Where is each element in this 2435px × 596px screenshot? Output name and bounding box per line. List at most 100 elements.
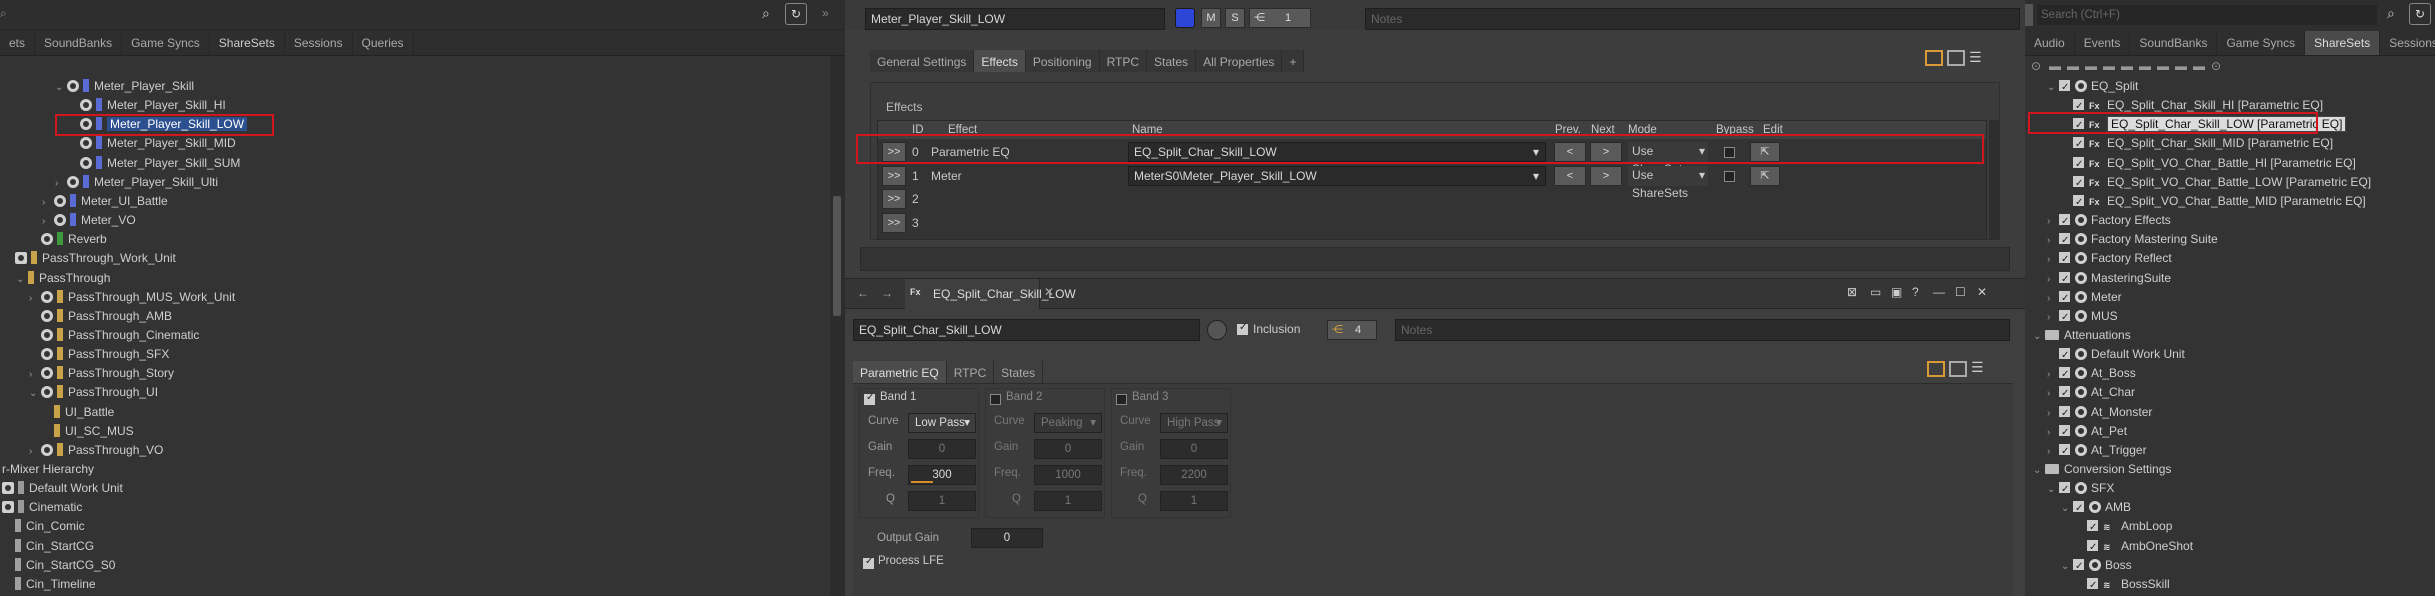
folder-icon[interactable]: ▬ <box>2139 59 2151 73</box>
close-tab-icon[interactable]: ✕ <box>1044 285 1054 299</box>
chevron-icon[interactable]: › <box>2047 289 2059 308</box>
right-search-input[interactable]: Search (Ctrl+F) <box>2037 5 2377 25</box>
gain-input[interactable]: 0 <box>908 439 976 459</box>
chevron-icon[interactable]: › <box>2047 250 2059 269</box>
tree-item[interactable]: Fx EQ_Split_VO_Char_Battle_MID [Parametri… <box>2061 192 2366 212</box>
tree-item[interactable]: Cin_Timeline <box>3 575 96 594</box>
chevron-icon[interactable]: ⌄ <box>2061 557 2073 576</box>
chevron-icon[interactable]: › <box>2047 423 2059 442</box>
search-icon[interactable]: ⌕ <box>762 5 770 22</box>
chevron-icon[interactable]: › <box>2047 270 2059 289</box>
tab-0[interactable]: Audio <box>2025 31 2075 55</box>
splitter[interactable] <box>2025 4 2033 26</box>
chevron-icon[interactable]: › <box>2047 308 2059 327</box>
folder-icon[interactable]: ⊙ <box>2211 59 2221 73</box>
edit-button[interactable]: ⇱ <box>1750 165 1780 186</box>
q-input[interactable]: 1 <box>1160 491 1228 511</box>
band-checkbox[interactable] <box>990 393 1001 407</box>
left-scrollbar[interactable] <box>830 56 845 596</box>
q-input[interactable]: 1 <box>1034 491 1102 511</box>
back-icon[interactable]: ← <box>857 286 869 300</box>
menu-icon[interactable]: ☰ <box>1969 50 1987 66</box>
tree-item[interactable]: ≋ BossSkill <box>2075 575 2170 595</box>
split-view-icon[interactable] <box>1949 361 1967 377</box>
tree-item[interactable]: Default Work Unit <box>0 479 123 498</box>
tree-item[interactable]: › At_Pet <box>2047 422 2127 442</box>
tab-rtpc[interactable]: RTPC <box>947 361 995 383</box>
tree-item[interactable]: ⌄ Attenuations <box>2033 326 2131 345</box>
next-button[interactable]: > <box>1590 165 1622 186</box>
tree-item[interactable]: Cin_Comic <box>3 517 85 536</box>
tab-3[interactable]: ShareSets <box>210 31 285 55</box>
references-button[interactable]: ⋲ 4 <box>1327 320 1377 340</box>
split-view-icon[interactable] <box>1947 50 1965 66</box>
tree-item[interactable]: UI_Battle <box>42 403 114 422</box>
tree-item[interactable]: Meter_Player_Skill_SUM <box>68 154 240 173</box>
folder-icon[interactable]: ▬ <box>2067 59 2079 73</box>
freq-input[interactable]: 2200 <box>1160 465 1228 485</box>
tab-1[interactable]: Events <box>2075 31 2131 55</box>
tree-item[interactable]: › Meter_UI_Battle <box>42 192 168 211</box>
chevron-icon[interactable]: › <box>2047 442 2059 461</box>
settings-icon[interactable]: ⊠ <box>1847 285 1857 299</box>
effect-row[interactable]: >> 1 Meter MeterS0\Meter_Player_Skill_LOW ▾ <… <box>878 165 1986 200</box>
tree-item[interactable]: UI_SC_MUS <box>42 422 134 441</box>
tree-item[interactable]: Cinematic <box>0 498 82 517</box>
gain-input[interactable]: 0 <box>1160 439 1228 459</box>
effect-row[interactable]: >> 3 <box>878 212 1986 234</box>
tree-item[interactable]: › MasteringSuite <box>2047 269 2171 289</box>
prev-button[interactable]: < <box>1554 165 1586 186</box>
menu-icon[interactable]: ☰ <box>1971 359 1984 376</box>
tree-item[interactable]: Reverb <box>29 230 107 249</box>
layout-icon[interactable] <box>1927 361 1945 377</box>
tree-item[interactable]: › Meter <box>2047 288 2122 308</box>
collapse-icon[interactable]: » <box>822 6 829 20</box>
tab-5[interactable]: Queries <box>353 31 414 55</box>
tree-item[interactable]: › Factory Effects <box>2047 211 2171 231</box>
checkbox[interactable] <box>2059 384 2070 403</box>
tree-item[interactable]: Fx EQ_Split_VO_Char_Battle_LOW [Parametri… <box>2061 173 2371 193</box>
tree-item[interactable]: › Meter_VO <box>42 211 136 230</box>
chevron-icon[interactable]: ⌄ <box>2047 78 2059 97</box>
output-gain-input[interactable]: 0 <box>971 528 1043 548</box>
band-checkbox[interactable] <box>864 392 875 407</box>
process-lfe-checkbox[interactable] <box>863 556 874 571</box>
open-folder-icon[interactable]: ▭ <box>1870 285 1881 299</box>
checkbox[interactable] <box>2059 365 2070 384</box>
tree-item[interactable]: › PassThrough_VO <box>29 441 163 460</box>
checkbox[interactable] <box>2059 231 2070 250</box>
close-icon[interactable]: ✕ <box>1977 285 1987 299</box>
tree-item[interactable]: ≋ AmbOneShot <box>2075 537 2193 557</box>
tab-2[interactable]: SoundBanks <box>2130 31 2218 55</box>
tree-item[interactable]: ⌄ PassThrough_UI <box>29 383 158 402</box>
chevron-icon[interactable]: ⌄ <box>16 270 28 289</box>
maximize-icon[interactable]: ☐ <box>1955 285 1966 299</box>
checkbox[interactable] <box>2073 97 2084 116</box>
notes-field[interactable]: Notes <box>1365 8 2020 30</box>
checkbox[interactable] <box>2059 404 2070 423</box>
chevron-icon[interactable]: ⌄ <box>2047 480 2059 499</box>
tree-item[interactable]: › Meter_Player_Skill_Ulti <box>55 173 218 192</box>
gain-input[interactable]: 0 <box>1034 439 1102 459</box>
bypass-checkbox[interactable] <box>1724 170 1735 184</box>
tab--[interactable]: + <box>1282 50 1305 72</box>
solo-button[interactable]: S <box>1225 8 1245 28</box>
folder-icon[interactable]: ▬ <box>2157 59 2169 73</box>
chevron-icon[interactable]: ⌄ <box>29 384 41 403</box>
tree-item[interactable]: › At_Trigger <box>2047 441 2147 461</box>
open-effect-button[interactable]: >> <box>882 212 906 233</box>
chevron-icon[interactable]: ⌄ <box>2033 461 2045 480</box>
band-checkbox[interactable] <box>1116 393 1127 407</box>
tab-4[interactable]: Sessions <box>285 31 353 55</box>
folder-icon[interactable]: ▬ <box>2193 59 2205 73</box>
effect-editor-tab[interactable]: Fx EQ_Split_Char_Skill_LOW <box>905 279 1076 309</box>
left-search-bar[interactable]: ⌕ ⌕ ↻ » <box>0 0 845 30</box>
open-effect-button[interactable]: >> <box>882 165 906 186</box>
save-icon[interactable]: ▣ <box>1891 285 1902 299</box>
tree-item[interactable]: ⌄ SFX <box>2047 479 2114 499</box>
checkbox[interactable] <box>2059 442 2070 461</box>
chevron-icon[interactable]: › <box>42 193 54 212</box>
tab-2[interactable]: Game Syncs <box>122 31 210 55</box>
checkbox[interactable] <box>2059 423 2070 442</box>
checkbox[interactable] <box>2073 499 2084 518</box>
